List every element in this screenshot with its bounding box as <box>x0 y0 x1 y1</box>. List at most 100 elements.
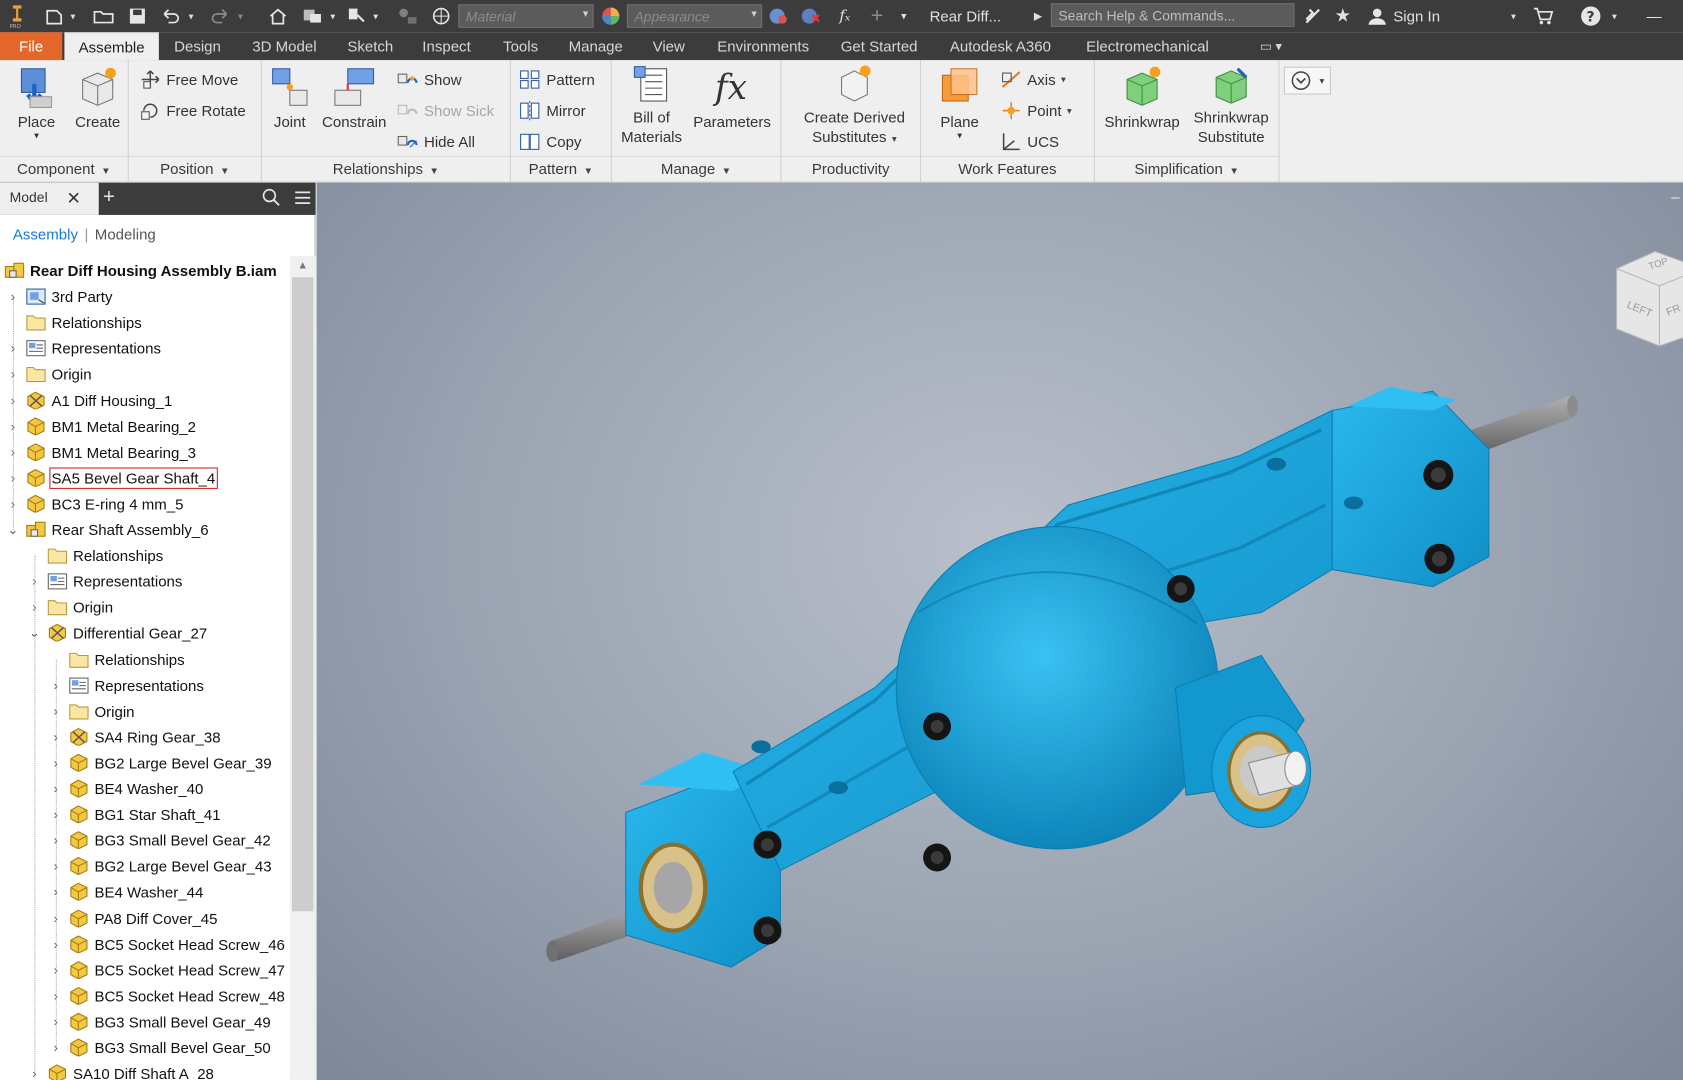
plane-button[interactable]: Plane ▾ <box>927 64 991 140</box>
mirror-button[interactable]: Mirror <box>520 100 586 121</box>
tree-item[interactable]: › Representations <box>0 569 290 595</box>
tree-item[interactable]: › SA4 Ring Gear_38 <box>0 724 290 750</box>
ribbon-options-icon[interactable]: ▭ ▾ <box>1249 32 1292 60</box>
tree-item[interactable]: › BG2 Large Bevel Gear_43 <box>0 854 290 880</box>
tree-item[interactable]: › Origin <box>0 698 290 724</box>
undo-icon[interactable] <box>159 0 183 32</box>
show-button[interactable]: Show <box>397 69 462 90</box>
tree-item[interactable]: › SA5 Bevel Gear Shaft_4 <box>0 465 290 491</box>
free-rotate-button[interactable]: Free Rotate <box>140 100 246 121</box>
community-icon[interactable] <box>1301 0 1325 32</box>
tab-inspect[interactable]: Inspect <box>412 32 481 60</box>
place-button[interactable]: Place ▾ <box>6 64 66 140</box>
panel-title-manage[interactable]: Manage ▼ <box>611 155 781 180</box>
favorites-star-icon[interactable]: ★ <box>1331 0 1355 32</box>
tree-item[interactable]: › 3rd Party <box>0 284 290 310</box>
tree-item[interactable]: Relationships <box>0 543 290 569</box>
tab-3d-model[interactable]: 3D Model <box>238 32 330 60</box>
axis-button[interactable]: Axis ▾ <box>1000 69 1066 90</box>
joint-button[interactable]: Joint <box>266 64 313 131</box>
tab-tools[interactable]: Tools <box>492 32 550 60</box>
tree-item[interactable]: › BE4 Washer_40 <box>0 776 290 802</box>
inventor-logo-icon[interactable]: PRO <box>6 0 27 32</box>
adjust-appearance-icon[interactable] <box>766 0 790 32</box>
open-icon[interactable] <box>92 0 116 32</box>
tree-item[interactable]: › BM1 Metal Bearing_2 <box>0 413 290 439</box>
tree-scrollbar[interactable]: ▲ <box>289 255 316 1080</box>
tree-item[interactable]: Relationships <box>0 310 290 336</box>
tree-item[interactable]: Relationships <box>0 646 290 672</box>
tab-autodesk-a360[interactable]: Autodesk A360 <box>938 32 1063 60</box>
plus-icon[interactable]: + <box>865 0 889 32</box>
tree-item[interactable]: › Origin <box>0 361 290 387</box>
tree-item[interactable]: › SA10 Diff Shaft A_28 <box>0 1061 290 1080</box>
fx-parameters-icon[interactable]: 𝑓ₓ <box>833 0 857 32</box>
panel-title-simplification[interactable]: Simplification ▼ <box>1094 155 1279 180</box>
menu-icon[interactable] <box>294 189 311 209</box>
project-dropdown-icon[interactable]: ▾ <box>326 0 339 32</box>
create-derived-substitutes-button[interactable]: Create Derived Substitutes ▾ <box>790 64 919 148</box>
help-icon[interactable]: ? <box>1578 0 1604 32</box>
new-dropdown-icon[interactable]: ▾ <box>67 0 80 32</box>
tree-item[interactable]: › BG3 Small Bevel Gear_50 <box>0 1035 290 1061</box>
tree-item[interactable]: › A1 Diff Housing_1 <box>0 387 290 413</box>
panel-title-relationships[interactable]: Relationships ▼ <box>261 155 510 180</box>
ribbon-expand-button[interactable]: ▾ <box>1283 66 1332 95</box>
show-sick-button[interactable]: Show Sick <box>397 100 494 121</box>
home-icon[interactable] <box>266 0 290 32</box>
graphics-viewport[interactable]: TOP LEFT FR – <box>316 182 1683 1080</box>
select-dropdown-icon[interactable]: ▾ <box>369 0 382 32</box>
material-dropdown[interactable]: Material ▾ <box>458 4 594 28</box>
user-icon[interactable] <box>1365 0 1389 32</box>
parameters-button[interactable]: fx Parameters <box>689 64 775 131</box>
view-cube[interactable]: TOP LEFT FR <box>1616 250 1683 347</box>
bill-of-materials-button[interactable]: Bill of Materials <box>614 64 689 146</box>
viewport-minimize-icon[interactable]: – <box>1671 189 1680 206</box>
tree-item[interactable]: › Representations <box>0 336 290 362</box>
subtab-assembly[interactable]: Assembly <box>13 226 78 243</box>
tree-item[interactable]: › BG3 Small Bevel Gear_49 <box>0 1009 290 1035</box>
sign-in-link[interactable]: Sign In <box>1393 0 1453 32</box>
tab-environments[interactable]: Environments <box>706 32 820 60</box>
globe-icon[interactable] <box>429 0 453 32</box>
tree-item[interactable]: › BG3 Small Bevel Gear_42 <box>0 828 290 854</box>
tab-design[interactable]: Design <box>163 32 232 60</box>
shrinkwrap-substitute-button[interactable]: Shrinkwrap Substitute <box>1187 64 1275 146</box>
tab-get-started[interactable]: Get Started <box>831 32 928 60</box>
create-button[interactable]: Create <box>69 64 127 131</box>
tree-item[interactable]: › BC5 Socket Head Screw_48 <box>0 983 290 1009</box>
panel-title-component[interactable]: Component ▼ <box>0 155 128 180</box>
appearance-dropdown[interactable]: Appearance ▾ <box>626 4 763 28</box>
tree-item[interactable]: ⌄ Rear Shaft Assembly_6 <box>0 517 290 543</box>
free-move-button[interactable]: Free Move <box>140 69 238 90</box>
shrinkwrap-button[interactable]: Shrinkwrap <box>1099 64 1185 131</box>
help-dropdown-icon[interactable]: ▾ <box>1608 0 1621 32</box>
tree-item[interactable]: ⌄ Differential Gear_27 <box>0 620 290 646</box>
save-icon[interactable] <box>126 0 150 32</box>
select-priority-icon[interactable] <box>346 0 370 32</box>
panel-title-pattern[interactable]: Pattern ▼ <box>510 155 611 180</box>
tree-item[interactable]: › PA8 Diff Cover_45 <box>0 905 290 931</box>
new-file-icon[interactable] <box>43 0 67 32</box>
tree-item[interactable]: › BC5 Socket Head Screw_47 <box>0 957 290 983</box>
tab-file[interactable]: File <box>0 32 63 61</box>
tab-sketch[interactable]: Sketch <box>339 32 401 60</box>
tab-manage[interactable]: Manage <box>558 32 633 60</box>
tab-model[interactable]: Model ✕ <box>0 182 99 215</box>
tree-item[interactable]: › Origin <box>0 595 290 621</box>
search-icon[interactable] <box>262 188 281 211</box>
minimize-icon[interactable]: — <box>1642 0 1666 32</box>
panel-title-position[interactable]: Position ▼ <box>128 155 261 180</box>
tree-item[interactable]: › BG2 Large Bevel Gear_39 <box>0 750 290 776</box>
tab-electromechanical[interactable]: Electromechanical <box>1071 32 1223 60</box>
constrain-button[interactable]: Constrain <box>316 64 393 131</box>
tab-assemble[interactable]: Assemble <box>64 32 159 61</box>
search-input[interactable]: Search Help & Commands... <box>1050 3 1295 27</box>
scroll-up-icon[interactable]: ▲ <box>297 260 308 272</box>
measure-icon[interactable] <box>395 0 421 32</box>
tree-item[interactable]: › BM1 Metal Bearing_3 <box>0 439 290 465</box>
undo-dropdown-icon[interactable]: ▾ <box>185 0 198 32</box>
add-tab-icon[interactable]: + <box>103 186 115 210</box>
clear-appearance-icon[interactable] <box>799 0 823 32</box>
ucs-button[interactable]: UCS <box>1000 131 1059 152</box>
